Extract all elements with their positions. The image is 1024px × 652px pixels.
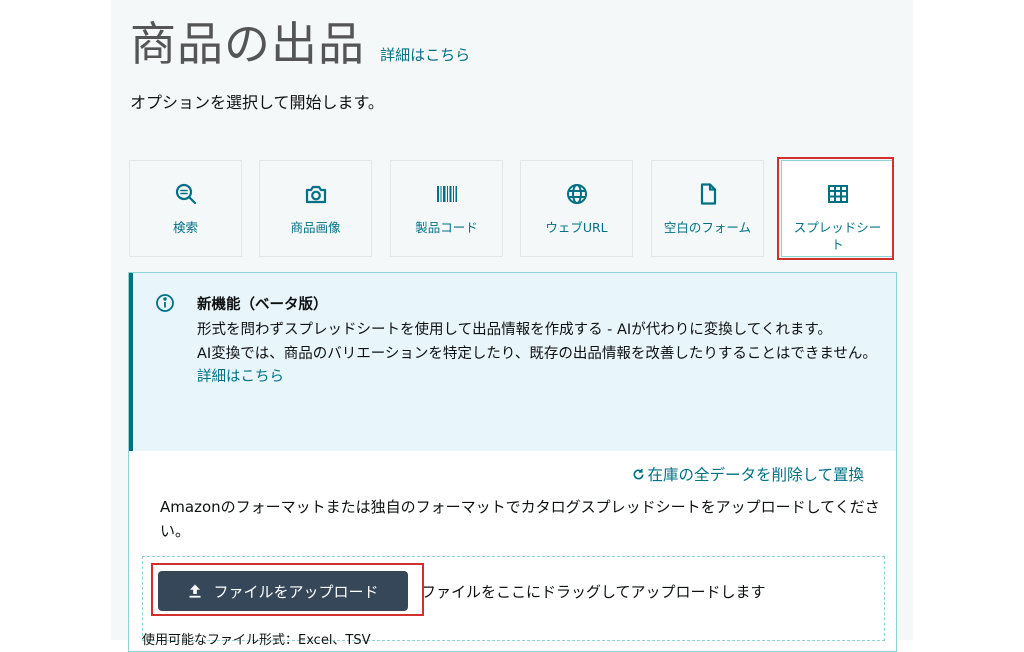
option-product-image[interactable]: 商品画像 [259, 160, 372, 257]
upload-button-label: ファイルをアップロード [213, 582, 379, 601]
info-icon [155, 293, 175, 313]
upload-icon [189, 584, 201, 598]
alert-line-2: AI変換では、商品のバリエーションを特定したり、既存の出品情報を改善したりするこ… [197, 343, 877, 390]
search-icon [173, 181, 199, 207]
alert-line-1: 形式を問わずスプレッドシートを使用して出品情報を作成する - AIが代わりに変換… [197, 322, 832, 338]
document-icon [695, 181, 721, 207]
beta-alert: 新機能（ベータ版） 形式を問わずスプレッドシートを使用して出品情報を作成する -… [129, 273, 896, 451]
page-title: 商品の出品 [130, 17, 365, 71]
alert-learn-more-link[interactable]: 詳細はこちら [197, 369, 284, 385]
option-label: 製品コード [415, 220, 478, 235]
replace-inventory-link[interactable]: 在庫の全データを削除して置換 [632, 463, 864, 485]
upload-file-button[interactable]: ファイルをアップロード [158, 571, 408, 611]
replace-link-label: 在庫の全データを削除して置換 [647, 466, 864, 484]
option-web-url[interactable]: ウェブURL [520, 160, 633, 257]
page-subtitle: オプションを選択して開始します。 [130, 93, 384, 112]
option-product-code[interactable]: 製品コード [390, 160, 503, 257]
option-label: ウェブURL [545, 220, 608, 235]
title-row: 商品の出品 詳細はこちら [130, 8, 470, 74]
option-label: 空白のフォーム [663, 220, 752, 235]
spreadsheet-icon [825, 181, 851, 207]
spreadsheet-upload-section: 新機能（ベータ版） 形式を問わずスプレッドシートを使用して出品情報を作成する -… [128, 272, 897, 652]
alert-title: 新機能（ベータ版） [197, 297, 328, 313]
option-spreadsheet[interactable]: スプレッドシート [781, 160, 894, 257]
option-blank-form[interactable]: 空白のフォーム [651, 160, 764, 257]
barcode-icon [434, 181, 460, 207]
camera-icon [303, 181, 329, 207]
option-label: 商品画像 [290, 220, 341, 235]
alert-line-2-text: AI変換では、商品のバリエーションを特定したり、既存の出品情報を改善したりするこ… [197, 345, 877, 362]
option-search[interactable]: 検索 [129, 160, 242, 257]
learn-more-link[interactable]: 詳細はこちら [380, 44, 470, 65]
drop-instructions: ファイルをここにドラッグしてアップロードします [421, 583, 766, 601]
upload-description: Amazonのフォーマットまたは独自のフォーマットでカタログスプレッドシートをア… [160, 498, 880, 540]
option-label: スプレッドシート [793, 220, 882, 252]
option-label: 検索 [172, 220, 198, 235]
refresh-icon [633, 469, 644, 480]
globe-icon [564, 181, 590, 207]
alert-body: 形式を問わずスプレッドシートを使用して出品情報を作成する - AIが代わりに変換… [197, 319, 877, 390]
accepted-formats: 使用可能なファイル形式：Excel、TSV [142, 633, 371, 648]
